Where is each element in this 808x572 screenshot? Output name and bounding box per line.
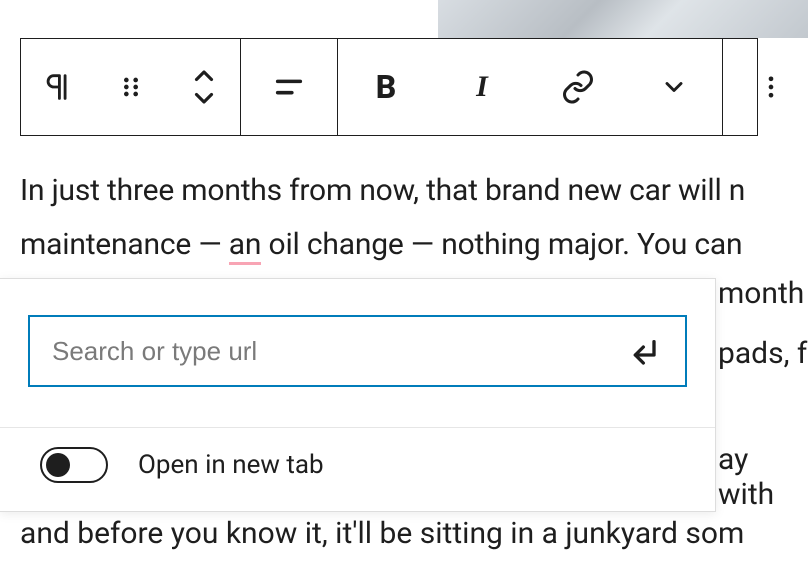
more-rich-text-button[interactable]	[626, 39, 722, 135]
open-new-tab-label: Open in new tab	[138, 450, 324, 480]
text-fragment: pads, f	[718, 336, 807, 371]
italic-button[interactable]: I	[434, 39, 530, 135]
divider	[0, 427, 715, 428]
bold-button[interactable]: B	[338, 39, 434, 135]
open-new-tab-toggle[interactable]	[40, 447, 108, 483]
bold-icon: B	[376, 68, 397, 106]
paragraph-block[interactable]: In just three months from now, that bran…	[20, 168, 808, 268]
align-button[interactable]	[241, 39, 337, 135]
drag-handle-icon	[117, 73, 145, 101]
text-fragment: ay with	[718, 442, 808, 512]
text-fragment: month	[718, 276, 804, 311]
move-up-down-button[interactable]	[167, 39, 240, 135]
url-input[interactable]	[52, 336, 629, 367]
chevron-down-icon	[660, 73, 688, 101]
spellcheck-underline: an	[229, 227, 262, 265]
url-input-wrapper	[28, 315, 687, 387]
submit-link-button[interactable]	[629, 334, 663, 368]
link-popover: Open in new tab	[0, 278, 716, 512]
header-image-fragment	[438, 0, 808, 38]
text-line-bottom: and before you know it, it'll be sitting…	[20, 516, 744, 551]
italic-icon: I	[476, 70, 488, 104]
more-options-button[interactable]	[723, 39, 808, 135]
enter-icon	[630, 335, 662, 367]
block-type-button[interactable]	[21, 39, 94, 135]
text-line-1: In just three months from now, that bran…	[20, 168, 808, 214]
toggle-knob	[46, 453, 70, 477]
paragraph-icon	[41, 70, 75, 104]
text-line-2: maintenance — an oil change — nothing ma…	[20, 222, 808, 268]
link-button[interactable]	[530, 39, 626, 135]
drag-handle-button[interactable]	[94, 39, 167, 135]
block-toolbar: B I	[20, 38, 758, 136]
move-up-down-icon	[189, 67, 219, 107]
link-icon	[560, 69, 596, 105]
more-options-icon	[757, 73, 785, 101]
align-left-icon	[272, 70, 306, 104]
